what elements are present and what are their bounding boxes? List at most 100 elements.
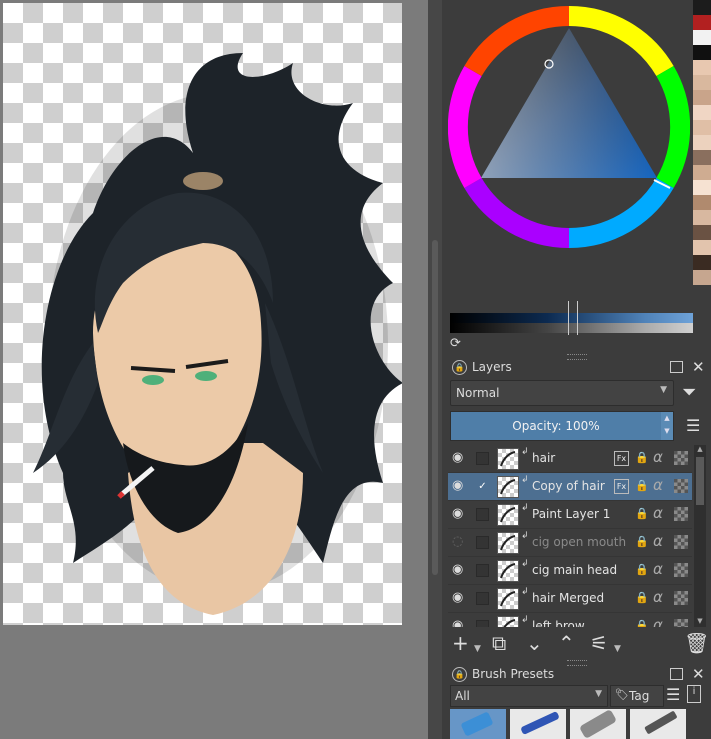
- inherit-alpha-icon[interactable]: [674, 619, 688, 627]
- brush-preset-tile[interactable]: [510, 709, 566, 739]
- palette-swatch[interactable]: [693, 255, 711, 270]
- canvas-vertical-scrollbar[interactable]: [428, 0, 442, 739]
- eye-icon[interactable]: ◉: [452, 507, 466, 520]
- palette-swatch[interactable]: [693, 90, 711, 105]
- eye-icon[interactable]: ◉: [452, 479, 466, 492]
- palette-swatch[interactable]: [693, 30, 711, 45]
- palette-swatch[interactable]: [693, 0, 711, 15]
- lock-icon[interactable]: 🔒: [635, 451, 649, 464]
- layer-row[interactable]: ◉ ↲ Paint Layer 1 🔒 α: [448, 501, 692, 529]
- lock-icon[interactable]: 🔒: [635, 479, 649, 492]
- lock-icon[interactable]: 🔒: [452, 667, 467, 682]
- alpha-lock-icon[interactable]: α: [653, 588, 663, 606]
- eye-closed-icon[interactable]: ◌: [452, 535, 466, 548]
- scrollbar-thumb[interactable]: [696, 457, 704, 505]
- layer-name[interactable]: cig main head: [532, 563, 617, 577]
- palette-swatch[interactable]: [693, 60, 711, 75]
- palette-swatch[interactable]: [693, 105, 711, 120]
- layer-checkbox[interactable]: ✓: [476, 480, 489, 493]
- brush-preset-tile[interactable]: [570, 709, 626, 739]
- layer-name[interactable]: Paint Layer 1: [532, 507, 610, 521]
- lock-icon[interactable]: 🔒: [635, 507, 649, 520]
- layer-checkbox[interactable]: [476, 620, 489, 627]
- palette-swatch[interactable]: [693, 270, 711, 285]
- alpha-lock-icon[interactable]: α: [653, 476, 663, 494]
- palette-swatch[interactable]: [693, 180, 711, 195]
- inherit-alpha-icon[interactable]: [674, 507, 688, 521]
- canvas-area[interactable]: [0, 0, 428, 739]
- palette-swatch[interactable]: [693, 165, 711, 180]
- palette-swatch[interactable]: [693, 195, 711, 210]
- eye-icon[interactable]: ◉: [452, 591, 466, 604]
- chevron-down-icon[interactable]: ▼: [474, 638, 481, 660]
- eye-icon[interactable]: ◉: [452, 619, 466, 627]
- layer-row[interactable]: ◉ ↲ hair Fx 🔒 α: [448, 445, 692, 473]
- alpha-lock-icon[interactable]: α: [653, 504, 663, 522]
- eye-icon[interactable]: ◉: [452, 451, 466, 464]
- blend-mode-select[interactable]: Normal ▼: [450, 380, 674, 406]
- brush-preset-tile[interactable]: [630, 709, 686, 739]
- float-docker-icon[interactable]: [670, 361, 683, 373]
- palette-swatch[interactable]: [693, 150, 711, 165]
- layer-checkbox[interactable]: [476, 508, 489, 521]
- palette-swatch[interactable]: [693, 75, 711, 90]
- lock-icon[interactable]: 🔒: [635, 563, 649, 576]
- lock-icon[interactable]: 🔒: [635, 591, 649, 604]
- inherit-alpha-icon[interactable]: [674, 479, 688, 493]
- layer-name[interactable]: Copy of hair: [532, 479, 605, 493]
- menu-icon[interactable]: ☰: [686, 416, 700, 435]
- alpha-lock-icon[interactable]: α: [653, 616, 663, 627]
- layer-list[interactable]: ◉ ↲ hair Fx 🔒 α ◉ ✓ ↲ Copy of hair Fx 🔒 α ◉ ↲ Paint Lay…: [448, 445, 692, 627]
- slider-handle[interactable]: [568, 301, 578, 335]
- opacity-slider[interactable]: Opacity: 100% ▲ ▼: [450, 411, 674, 441]
- lock-icon[interactable]: 🔒: [635, 619, 649, 627]
- layer-checkbox[interactable]: [476, 452, 489, 465]
- inherit-alpha-icon[interactable]: [674, 591, 688, 605]
- layer-row[interactable]: ◉ ↲ hair Merged 🔒 α: [448, 585, 692, 613]
- inherit-alpha-icon[interactable]: [674, 563, 688, 577]
- eye-icon[interactable]: ◉: [452, 563, 466, 576]
- refresh-icon[interactable]: ⟳: [450, 337, 464, 351]
- menu-icon[interactable]: ☰: [666, 685, 680, 704]
- duplicate-layer-icon[interactable]: ⧉: [492, 632, 506, 654]
- layer-name[interactable]: hair: [532, 451, 555, 465]
- close-icon[interactable]: ✕: [692, 665, 705, 683]
- fx-icon[interactable]: Fx: [614, 479, 629, 494]
- layer-row[interactable]: ◉ ↲ left brow 🔒 α: [448, 613, 692, 627]
- opacity-spinner[interactable]: ▲ ▼: [661, 412, 673, 440]
- filter-icon[interactable]: ⏷: [682, 382, 696, 403]
- alpha-lock-icon[interactable]: α: [653, 532, 663, 550]
- layer-checkbox[interactable]: [476, 592, 489, 605]
- layer-list-scrollbar[interactable]: ▲ ▼: [694, 445, 706, 627]
- palette-swatch[interactable]: [693, 15, 711, 30]
- scroll-up-icon[interactable]: ▲: [694, 445, 706, 455]
- brush-preset-tiles[interactable]: [450, 709, 700, 739]
- layer-name[interactable]: left brow: [532, 619, 585, 627]
- layer-checkbox[interactable]: [476, 536, 489, 549]
- chevron-down-icon[interactable]: ▼: [614, 638, 621, 660]
- lock-icon[interactable]: 🔒: [635, 535, 649, 548]
- palette-swatch[interactable]: [693, 225, 711, 240]
- close-icon[interactable]: ✕: [692, 358, 705, 376]
- palette-swatch[interactable]: [693, 120, 711, 135]
- advanced-color-selector[interactable]: ⟳: [442, 0, 711, 352]
- layer-row[interactable]: ◉ ↲ cig main head 🔒 α: [448, 557, 692, 585]
- tag-button[interactable]: 🏷 Tag: [610, 685, 664, 707]
- inherit-alpha-icon[interactable]: [674, 535, 688, 549]
- alpha-lock-icon[interactable]: α: [653, 448, 663, 466]
- layer-properties-icon[interactable]: ⚟: [590, 632, 608, 654]
- move-up-icon[interactable]: ⌃: [558, 632, 575, 654]
- fx-icon[interactable]: Fx: [614, 451, 629, 466]
- layer-name[interactable]: hair Merged: [532, 591, 604, 605]
- inherit-alpha-icon[interactable]: [674, 451, 688, 465]
- canvas-document[interactable]: [3, 3, 402, 625]
- scrollbar-thumb[interactable]: [432, 240, 438, 575]
- palette-swatch[interactable]: [693, 45, 711, 60]
- hue-ring-triangle[interactable]: [448, 6, 690, 248]
- float-docker-icon[interactable]: [670, 668, 683, 680]
- brush-preset-tile[interactable]: [450, 709, 506, 739]
- color-history-palette[interactable]: [693, 0, 711, 290]
- layer-name[interactable]: cig open mouth: [532, 535, 626, 549]
- alpha-lock-icon[interactable]: α: [653, 560, 663, 578]
- lock-icon[interactable]: 🔒: [452, 360, 467, 375]
